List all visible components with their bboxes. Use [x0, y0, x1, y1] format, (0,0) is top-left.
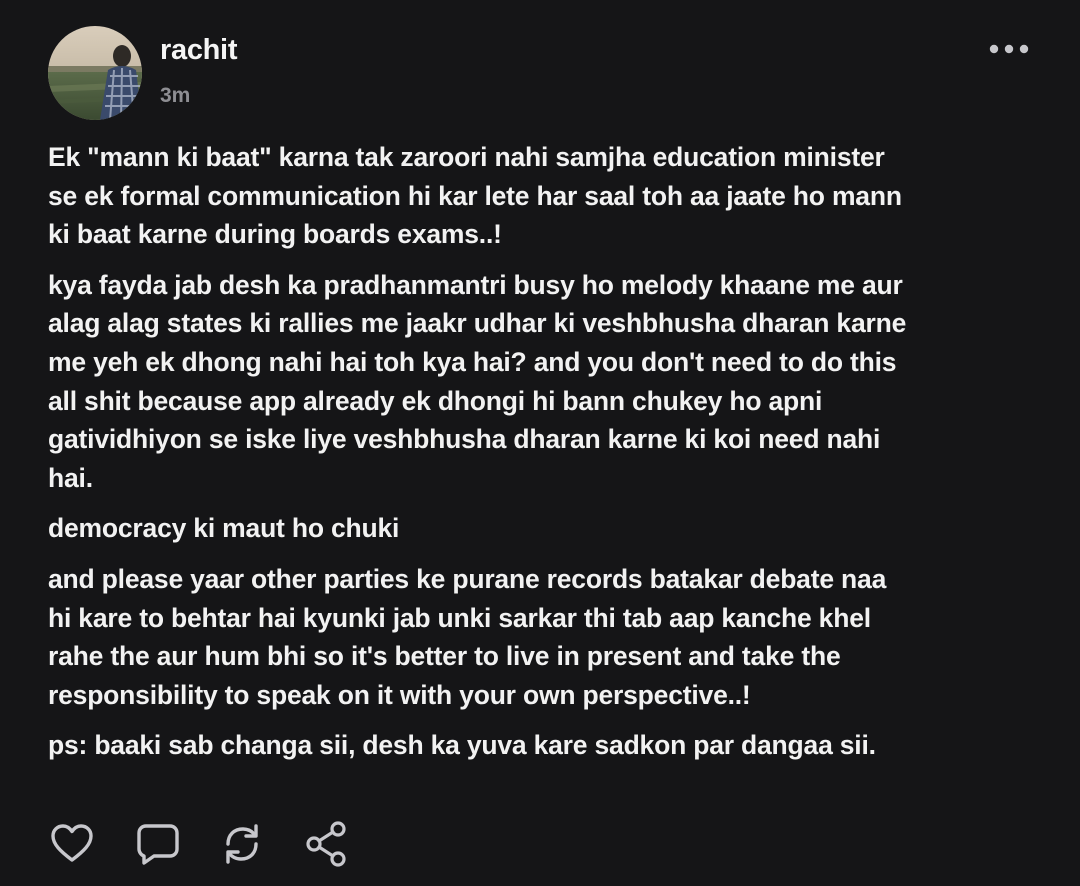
- post-paragraph: democracy ki maut ho chuki: [48, 513, 400, 544]
- post-paragraph: kya fayda jab desh ka pradhanmantri busy…: [48, 269, 907, 493]
- repost-button[interactable]: [218, 820, 266, 868]
- share-icon: [306, 821, 346, 867]
- share-button[interactable]: [302, 820, 350, 868]
- reply-button[interactable]: [134, 820, 182, 868]
- more-options-button[interactable]: [986, 36, 1032, 62]
- comment-icon: [137, 824, 179, 865]
- post-paragraph: and please yaar other parties ke purane …: [48, 563, 887, 710]
- post-timestamp: 3m: [160, 84, 191, 107]
- like-button[interactable]: [48, 820, 96, 868]
- repost-icon: [226, 824, 258, 864]
- avatar[interactable]: [48, 26, 142, 120]
- post-paragraph: ps: baaki sab changa sii, desh ka yuva k…: [48, 730, 876, 761]
- avatar-image: [48, 26, 142, 120]
- heart-icon: [51, 824, 93, 862]
- more-horizontal-icon: [989, 44, 1029, 54]
- post-card: rachit 3m Ek "mann ki baat" karna tak za…: [0, 0, 1080, 886]
- post-paragraph: Ek "mann ki baat" karna tak zaroori nahi…: [48, 142, 902, 250]
- username[interactable]: rachit: [160, 34, 237, 67]
- post-body: Ek "mann ki baat" karna tak zaroori nahi…: [48, 138, 1058, 777]
